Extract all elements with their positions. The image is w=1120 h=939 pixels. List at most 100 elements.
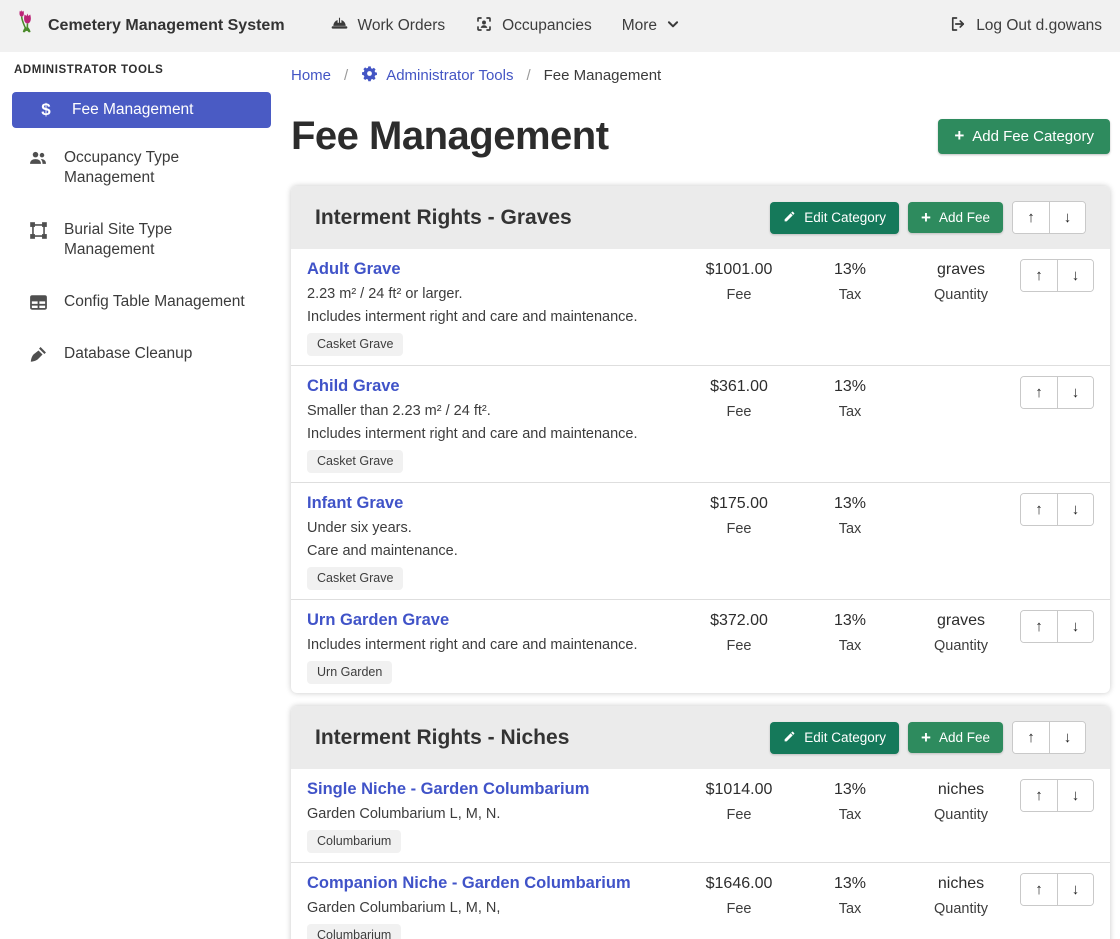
move-fee-down-button[interactable]: ↓ bbox=[1057, 494, 1093, 525]
nav-item-label: Occupancies bbox=[502, 17, 592, 35]
add-fee-button[interactable]: + Add Fee bbox=[908, 722, 1003, 753]
fee-quantity: niches bbox=[902, 873, 1020, 895]
logout-label: Log Out d.gowans bbox=[976, 17, 1102, 35]
move-fee-up-button[interactable]: ↑ bbox=[1021, 377, 1057, 408]
fee-row: Child Grave Smaller than 2.23 m² / 24 ft… bbox=[291, 366, 1110, 483]
move-category-down-button[interactable]: ↓ bbox=[1049, 202, 1085, 233]
fee-tax: 13% bbox=[798, 376, 902, 398]
fee-amount-column: $1014.00 Fee bbox=[680, 778, 798, 823]
fee-amount-label: Fee bbox=[680, 901, 798, 917]
sidebar-item-burial-site-type-management[interactable]: Burial Site Type Management bbox=[12, 212, 271, 268]
move-category-down-button[interactable]: ↓ bbox=[1049, 722, 1085, 753]
fee-description: Garden Columbarium L, M, N. bbox=[307, 805, 674, 823]
fee-amount: $175.00 bbox=[680, 493, 798, 515]
sidebar-item-config-table-management[interactable]: Config Table Management bbox=[12, 284, 271, 320]
fee-tax: 13% bbox=[798, 259, 902, 281]
move-fee-down-button[interactable]: ↓ bbox=[1057, 611, 1093, 642]
fee-tax-column: 13% Tax bbox=[798, 492, 902, 537]
nav-item-work-orders[interactable]: Work Orders bbox=[315, 0, 461, 52]
edit-category-button[interactable]: Edit Category bbox=[770, 202, 899, 234]
fee-tax-column: 13% Tax bbox=[798, 375, 902, 420]
fee-tax-label: Tax bbox=[798, 901, 902, 917]
move-fee-up-button[interactable]: ↑ bbox=[1021, 611, 1057, 642]
nav-item-more[interactable]: More bbox=[607, 0, 695, 52]
fee-tax-label: Tax bbox=[798, 404, 902, 420]
sidebar-heading: ADMINISTRATOR TOOLS bbox=[0, 64, 283, 76]
fee-tag: Urn Garden bbox=[307, 661, 392, 684]
fee-tag: Columbarium bbox=[307, 830, 401, 853]
sidebar-item-label: Config Table Management bbox=[64, 292, 245, 312]
fee-quantity-column: graves Quantity bbox=[902, 609, 1020, 654]
fee-amount-column: $1646.00 Fee bbox=[680, 872, 798, 917]
breadcrumb-admin-tools-link[interactable]: Administrator Tools bbox=[361, 65, 513, 86]
add-fee-label: Add Fee bbox=[939, 730, 990, 745]
fee-name-link[interactable]: Adult Grave bbox=[307, 258, 401, 280]
move-fee-up-button[interactable]: ↑ bbox=[1021, 494, 1057, 525]
fee-reorder-group: ↑ ↓ bbox=[1020, 873, 1094, 906]
tulip-logo-icon bbox=[16, 9, 38, 43]
fee-quantity-column bbox=[902, 375, 1020, 382]
move-fee-down-button[interactable]: ↓ bbox=[1057, 377, 1093, 408]
fee-tag: Casket Grave bbox=[307, 450, 403, 473]
breadcrumb-current: Fee Management bbox=[544, 67, 662, 84]
fee-amount-column: $361.00 Fee bbox=[680, 375, 798, 420]
breadcrumb-home-link[interactable]: Home bbox=[291, 67, 331, 84]
sidebar-item-fee-management[interactable]: $ Fee Management bbox=[12, 92, 271, 128]
fee-name-link[interactable]: Infant Grave bbox=[307, 492, 403, 514]
fee-description: Includes interment right and care and ma… bbox=[307, 425, 674, 443]
fee-tag: Casket Grave bbox=[307, 333, 403, 356]
fee-description: Smaller than 2.23 m² / 24 ft². bbox=[307, 402, 674, 420]
fee-description: Includes interment right and care and ma… bbox=[307, 308, 674, 326]
move-fee-down-button[interactable]: ↓ bbox=[1057, 260, 1093, 291]
fee-name-link[interactable]: Child Grave bbox=[307, 375, 400, 397]
category-actions: Edit Category + Add Fee ↑ ↓ bbox=[770, 201, 1086, 234]
fee-quantity-column: graves Quantity bbox=[902, 258, 1020, 303]
move-category-up-button[interactable]: ↑ bbox=[1013, 202, 1049, 233]
sidebar-item-label: Occupancy Type Management bbox=[64, 148, 259, 188]
fee-reorder-group: ↑ ↓ bbox=[1020, 376, 1094, 409]
add-fee-category-button[interactable]: + Add Fee Category bbox=[938, 119, 1110, 154]
edit-category-button[interactable]: Edit Category bbox=[770, 722, 899, 754]
fee-description: Garden Columbarium L, M, N, bbox=[307, 899, 674, 917]
category-header: Interment Rights - Niches Edit Category … bbox=[291, 706, 1110, 769]
logout-button[interactable]: Log Out d.gowans bbox=[947, 15, 1104, 38]
fee-reorder-group: ↑ ↓ bbox=[1020, 779, 1094, 812]
move-category-up-button[interactable]: ↑ bbox=[1013, 722, 1049, 753]
fee-row: Adult Grave 2.23 m² / 24 ft² or larger.I… bbox=[291, 249, 1110, 366]
fee-tax-label: Tax bbox=[798, 807, 902, 823]
move-fee-down-button[interactable]: ↓ bbox=[1057, 780, 1093, 811]
app-title: Cemetery Management System bbox=[48, 17, 285, 35]
fee-tax-label: Tax bbox=[798, 638, 902, 654]
fee-amount-column: $372.00 Fee bbox=[680, 609, 798, 654]
move-fee-down-button[interactable]: ↓ bbox=[1057, 874, 1093, 905]
fee-amount-column: $1001.00 Fee bbox=[680, 258, 798, 303]
chevron-down-icon bbox=[666, 17, 680, 36]
table-icon bbox=[28, 292, 48, 312]
category-header: Interment Rights - Graves Edit Category … bbox=[291, 186, 1110, 249]
nav-item-occupancies[interactable]: Occupancies bbox=[460, 0, 607, 52]
add-fee-label: Add Fee bbox=[939, 210, 990, 225]
add-fee-button[interactable]: + Add Fee bbox=[908, 202, 1003, 233]
fee-quantity-column: niches Quantity bbox=[902, 872, 1020, 917]
fee-name-link[interactable]: Urn Garden Grave bbox=[307, 609, 449, 631]
fee-quantity-label: Quantity bbox=[902, 638, 1020, 654]
add-fee-category-label: Add Fee Category bbox=[972, 128, 1094, 145]
category-title: Interment Rights - Graves bbox=[315, 202, 572, 233]
fee-name-link[interactable]: Companion Niche - Garden Columbarium bbox=[307, 872, 631, 894]
fee-tax: 13% bbox=[798, 610, 902, 632]
move-fee-up-button[interactable]: ↑ bbox=[1021, 260, 1057, 291]
plus-icon: + bbox=[921, 731, 931, 745]
fee-amount: $1001.00 bbox=[680, 259, 798, 281]
move-fee-up-button[interactable]: ↑ bbox=[1021, 780, 1057, 811]
sidebar: ADMINISTRATOR TOOLS $ Fee Management Occ… bbox=[0, 52, 283, 939]
fee-name-link[interactable]: Single Niche - Garden Columbarium bbox=[307, 778, 589, 800]
fee-category-card: Interment Rights - Graves Edit Category … bbox=[291, 186, 1110, 693]
move-fee-up-button[interactable]: ↑ bbox=[1021, 874, 1057, 905]
fee-reorder-group: ↑ ↓ bbox=[1020, 493, 1094, 526]
sidebar-item-occupancy-type-management[interactable]: Occupancy Type Management bbox=[12, 140, 271, 196]
dollar-icon: $ bbox=[36, 100, 56, 120]
fee-category-card: Interment Rights - Niches Edit Category … bbox=[291, 706, 1110, 939]
people-icon bbox=[28, 148, 48, 168]
page-title: Fee Management bbox=[291, 110, 609, 162]
sidebar-item-database-cleanup[interactable]: Database Cleanup bbox=[12, 336, 271, 372]
